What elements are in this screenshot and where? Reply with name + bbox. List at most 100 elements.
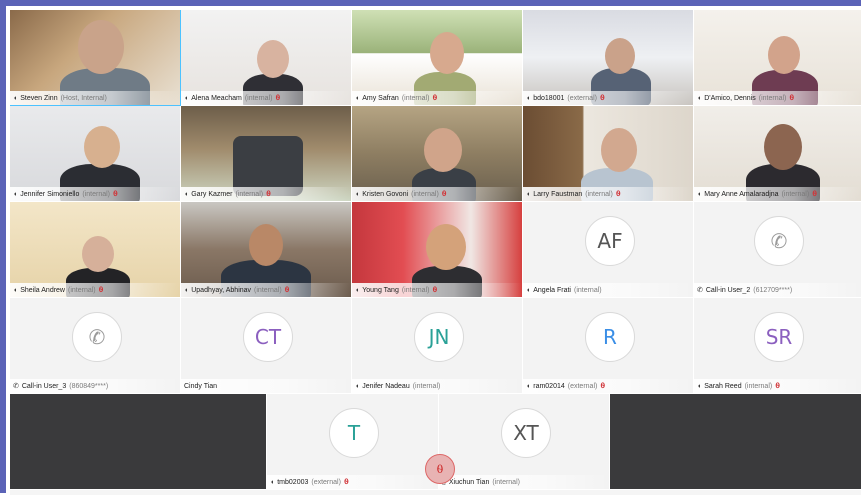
- empty-area: [10, 394, 267, 490]
- participant-tile[interactable]: ◖ Amy Safran (internal) ⍬: [352, 10, 523, 106]
- participant-caption: ◖ Sheila Andrew (internal) ⍬: [10, 283, 180, 297]
- participant-tile[interactable]: ◖ Larry Faustman (internal) ⍬: [523, 106, 694, 202]
- participant-name: Upadhyay, Abhinav: [191, 286, 252, 294]
- participant-tag: (internal): [68, 286, 96, 294]
- left-accent-bar: [0, 0, 6, 493]
- participant-tile[interactable]: ◖ bdo18001 (external) ⍬: [523, 10, 694, 106]
- speaker-icon: ◖: [697, 190, 702, 198]
- participant-tile[interactable]: AF ◖ Angela Frati (internal): [523, 202, 694, 298]
- phone-icon: ✆: [72, 312, 122, 362]
- participant-tile[interactable]: CT Cindy Tian: [181, 298, 352, 394]
- mic-off-icon: ⍬: [600, 381, 606, 390]
- participant-caption: ◖ Sarah Reed (internal) ⍬: [694, 379, 861, 393]
- empty-area: [610, 394, 861, 490]
- participant-caption: ◖ Mary Anne Amalaradjna (internal) ⍬: [694, 187, 861, 201]
- participant-caption: ◖ Angela Frati (internal): [523, 283, 693, 297]
- speaker-icon: ◖: [13, 286, 18, 294]
- participant-name: Call-in User_3: [21, 382, 67, 390]
- participant-caption: ◖ bdo18001 (external) ⍬: [523, 91, 693, 105]
- participant-caption: ◖ Upadhyay, Abhinav (internal) ⍬: [181, 283, 351, 297]
- avatar-initials: T: [347, 421, 361, 445]
- participant-tile[interactable]: JN ◖ Jenifer Nadeau (internal): [352, 298, 523, 394]
- participant-tile[interactable]: SR ◖ Sarah Reed (internal) ⍬: [694, 298, 861, 394]
- participant-tile[interactable]: ◖ Mary Anne Amalaradjna (internal) ⍬: [694, 106, 861, 202]
- avatar: JN: [414, 312, 464, 362]
- mic-off-icon: ⍬: [266, 189, 271, 198]
- participant-tile[interactable]: ◖ Sheila Andrew (internal) ⍬: [10, 202, 181, 298]
- participant-tag: (internal): [744, 382, 773, 390]
- participant-caption: ◖ Gary Kazmer (internal) ⍬: [181, 187, 351, 201]
- participant-tile[interactable]: ◖ Young Tang (internal) ⍬: [352, 202, 523, 298]
- speaker-icon: ◖: [184, 190, 189, 198]
- mute-toggle-button[interactable]: ⍬: [425, 454, 455, 484]
- avatar-initials: JN: [428, 325, 450, 349]
- mic-off-icon: ⍬: [789, 93, 795, 102]
- participant-tag: (internal): [82, 190, 111, 198]
- mic-off-icon: ⍬: [275, 93, 281, 102]
- participant-caption: Cindy Tian: [181, 379, 351, 393]
- speaker-icon: ◖: [526, 286, 531, 294]
- participant-caption: ✆ Call-in User_3 (860849****): [10, 379, 180, 393]
- participant-tile[interactable]: XT ▯ Xiuchun Tian (internal): [439, 394, 610, 490]
- participant-name: Jenifer Nadeau: [362, 382, 410, 390]
- avatar-initials: XT: [513, 421, 539, 445]
- participant-caption: ◖ D'Amico, Dennis (internal) ⍬: [694, 91, 861, 105]
- avatar: R: [585, 312, 635, 362]
- speaker-icon: ◖: [13, 94, 18, 102]
- avatar: SR: [754, 312, 804, 362]
- participant-name: Gary Kazmer: [191, 190, 233, 198]
- participant-tile[interactable]: ✆ ✆ Call-in User_3 (860849****): [10, 298, 181, 394]
- participant-caption: ✆ Call-in User_2 (612709****): [694, 283, 861, 297]
- participant-name: bdo18001: [533, 94, 565, 102]
- participant-tag: (internal): [585, 190, 613, 198]
- speaker-icon: ◖: [526, 94, 531, 102]
- participant-tile[interactable]: ◖ Kristen Govoni (internal) ⍬: [352, 106, 523, 202]
- mic-off-icon: ⍬: [775, 381, 781, 390]
- participant-tile[interactable]: ◖ D'Amico, Dennis (internal) ⍬: [694, 10, 861, 106]
- speaker-icon: ◖: [355, 382, 360, 390]
- participant-tile[interactable]: ✆ ✆ Call-in User_2 (612709****): [694, 202, 861, 298]
- participant-caption: ◖ Kristen Govoni (internal) ⍬: [352, 187, 522, 201]
- participant-tag: (internal): [401, 286, 430, 294]
- participant-tile[interactable]: ◖ Steven Zinn (Host, Internal): [10, 10, 181, 106]
- participant-caption: ◖ Amy Safran (internal) ⍬: [352, 91, 522, 105]
- participant-tile[interactable]: ◖ Alena Meacham (internal) ⍬: [181, 10, 352, 106]
- mic-off-icon: ⍬: [113, 189, 118, 198]
- participant-name: Jennifer Simoniello: [20, 190, 80, 198]
- avatar-initials: SR: [765, 325, 793, 349]
- participant-tag: (internal): [235, 190, 264, 198]
- participant-tile[interactable]: ◖ Jennifer Simoniello (internal) ⍬: [10, 106, 181, 202]
- mic-off-icon: ⍬: [432, 285, 438, 294]
- mic-off-icon: ⍬: [432, 93, 438, 102]
- participant-caption: ◖ Jennifer Simoniello (internal) ⍬: [10, 187, 180, 201]
- mic-off-icon: ⍬: [599, 93, 605, 102]
- participant-name: Alena Meacham: [191, 94, 242, 102]
- mic-off-icon: ⍬: [98, 285, 104, 294]
- speaker-icon: ◖: [184, 94, 189, 102]
- participant-tag: (internal): [758, 94, 787, 102]
- participant-caption: ◖ Alena Meacham (internal) ⍬: [181, 91, 351, 105]
- speaker-icon: ◖: [697, 94, 702, 102]
- participant-name: Sheila Andrew: [20, 286, 65, 294]
- mic-off-icon: ⍬: [441, 189, 447, 198]
- phone-icon: ✆: [13, 382, 19, 390]
- participant-tile[interactable]: ◖ Gary Kazmer (internal) ⍬: [181, 106, 352, 202]
- participant-tile[interactable]: ◖ Upadhyay, Abhinav (internal) ⍬: [181, 202, 352, 298]
- participant-tag: (internal): [411, 190, 439, 198]
- avatar: CT: [243, 312, 293, 362]
- speaker-icon: ◖: [526, 190, 531, 198]
- participant-tag: (external): [567, 382, 598, 390]
- participant-caption: ◖ ram02014 (external) ⍬: [523, 379, 693, 393]
- participant-name: Larry Faustman: [533, 190, 583, 198]
- participant-tag: (internal): [412, 382, 441, 390]
- mic-off-icon: ⍬: [615, 189, 621, 198]
- participant-tile[interactable]: R ◖ ram02014 (external) ⍬: [523, 298, 694, 394]
- participant-name: Xiuchun Tian: [448, 478, 490, 486]
- participant-tag: (860849****): [69, 382, 109, 390]
- participant-tile[interactable]: T ◖ tmb02003 (external) ⍬: [267, 394, 439, 490]
- participant-caption: ◖ tmb02003 (external) ⍬: [267, 475, 438, 489]
- participant-caption: ◖ Young Tang (internal) ⍬: [352, 283, 522, 297]
- speaker-icon: ◖: [355, 286, 360, 294]
- speaker-icon: ◖: [270, 478, 275, 486]
- participant-grid: ◖ Steven Zinn (Host, Internal) ◖ Alena M…: [10, 10, 861, 495]
